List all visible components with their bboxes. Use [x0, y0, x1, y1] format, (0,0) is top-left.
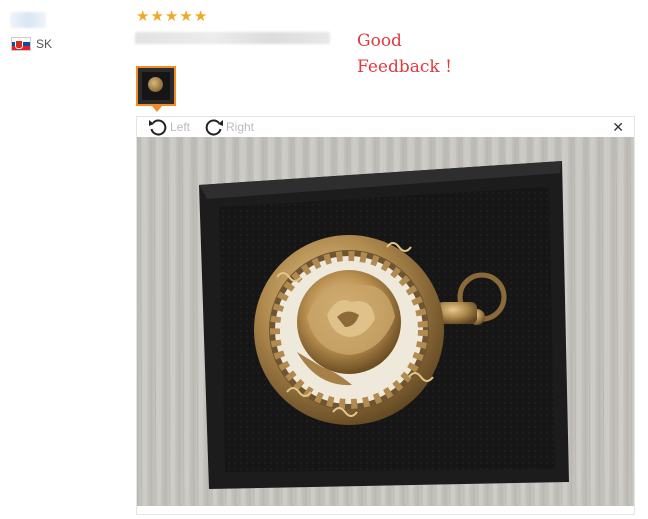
star-rating: ★ ★ ★ ★ ★ — [136, 9, 207, 25]
star-icon: ★ — [179, 8, 193, 25]
star-icon: ★ — [193, 8, 208, 25]
star-icon: ★ — [150, 8, 164, 25]
review-photo — [137, 137, 634, 506]
rotate-right-icon — [205, 119, 223, 136]
country-code: SK — [36, 37, 53, 51]
review-text: Good Feedback ! — [357, 31, 452, 77]
rotate-right-label: Right — [226, 120, 255, 134]
rotate-left-icon — [149, 119, 167, 136]
star-icon: ★ — [164, 8, 179, 25]
reviewer-name-blurred — [10, 12, 46, 28]
rotate-right-button[interactable]: Right — [203, 117, 254, 137]
thumbnail-caret — [152, 106, 162, 112]
photo-viewer: Left Right ✕ — [136, 116, 635, 515]
review-meta-blurred — [135, 32, 330, 44]
rotate-left-label: Left — [170, 120, 191, 134]
star-icon: ★ — [136, 8, 150, 25]
close-viewer-icon[interactable]: ✕ — [612, 120, 624, 134]
reviewer-country: SK — [11, 37, 52, 51]
slovakia-flag-icon — [11, 37, 31, 51]
rotate-left-button[interactable]: Left — [147, 117, 190, 137]
viewer-toolbar: Left Right ✕ — [137, 117, 634, 137]
viewer-bottom-bar — [137, 506, 634, 514]
review-photo-thumbnail[interactable] — [136, 66, 176, 106]
